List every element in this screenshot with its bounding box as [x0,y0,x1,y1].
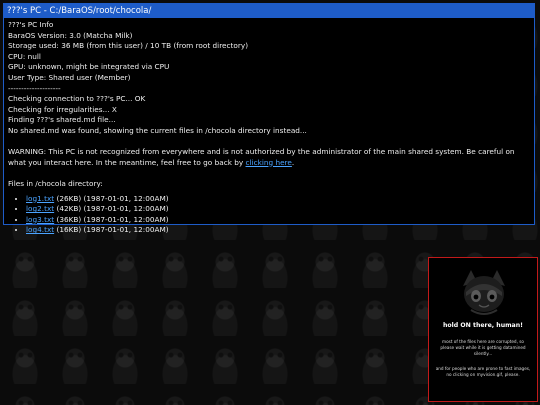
file-meta: (42KB) (1987-01-01, 12:00AM) [56,204,169,214]
log-connecting: Checking connection to ???'s PC... OK [8,94,146,104]
file-meta: (26KB) (1987-01-01, 12:00AM) [56,193,169,203]
file-item: log4.txt (16KB) (1987-01-01, 12:00AM) [26,225,530,236]
os-version: BaraOS Version: 3.0 (Matcha Milk) [8,30,133,40]
warning-suffix: . [291,157,295,167]
terminal-window: ???'s PC - C:/BaraOS/root/chocola/ ???'s… [3,3,535,234]
go-back-link[interactable]: clicking here [246,158,292,167]
file-link-log2[interactable]: log2.txt [26,204,54,213]
files-heading: Files in /chocola directory: [8,178,103,188]
window-titlebar[interactable]: ???'s PC - C:/BaraOS/root/chocola/ [4,4,534,18]
creature-illustration [463,270,505,315]
file-item: log1.txt (26KB) (1987-01-01, 12:00AM) [26,194,530,205]
file-list: log1.txt (26KB) (1987-01-01, 12:00AM) lo… [8,194,530,236]
cpu-info: CPU: null [8,51,41,61]
log-finding: Finding ???'s shared.md file... [8,115,116,125]
file-link-log4[interactable]: log4.txt [26,225,54,234]
gpu-info: GPU: unknown, might be integrated via CP… [8,62,170,72]
file-link-log3[interactable]: log3.txt [26,215,54,224]
storage-used: Storage used: 36 MB (from this user) / 1… [8,41,249,51]
popup-text-warning: and for people who are prone to fast ima… [435,366,531,377]
file-link-log1[interactable]: log1.txt [26,194,54,203]
info-heading: ???'s PC Info [8,20,54,29]
warning-popup: hold ON there, human! most of the files … [428,257,538,402]
user-type: User Type: Shared user (Member) [8,72,131,82]
file-item: log2.txt (42KB) (1987-01-01, 12:00AM) [26,204,530,215]
popup-title: hold ON there, human! [443,322,523,329]
separator: -------------------- [8,83,61,93]
file-item: log3.txt (36KB) (1987-01-01, 12:00AM) [26,215,530,226]
popup-text-corrupted: most of the files here are corrupted, so… [440,339,526,356]
file-meta: (36KB) (1987-01-01, 12:00AM) [56,214,169,224]
warning-message: WARNING: This PC is not recognized from … [8,147,530,168]
terminal-content: ???'s PC Info BaraOS Version: 3.0 (Match… [4,18,534,236]
file-meta: (16KB) (1987-01-01, 12:00AM) [56,225,169,235]
log-irregularities: Checking for irregularities... X [8,104,117,114]
log-not-found: No shared.md was found, showing the curr… [8,125,307,135]
